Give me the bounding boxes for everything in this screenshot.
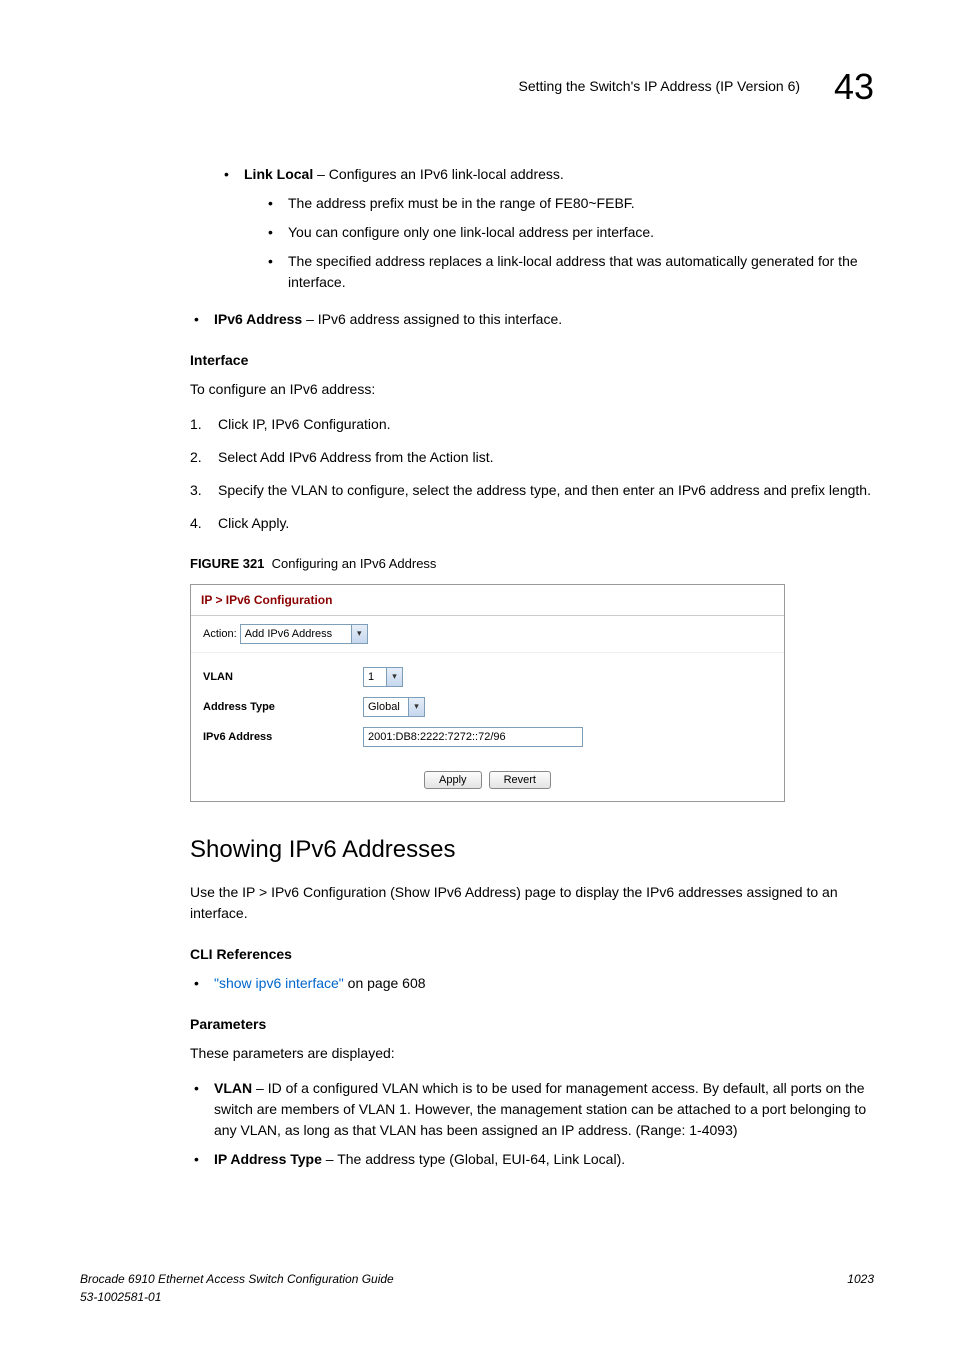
footer-page-number: 1023 [847,1270,874,1306]
header-title: Setting the Switch's IP Address (IP Vers… [519,78,801,94]
page-footer: Brocade 6910 Ethernet Access Switch Conf… [80,1270,874,1306]
iptype-param-label: IP Address Type [214,1151,322,1167]
ipv6-address-input[interactable] [363,727,583,747]
vlan-value: 1 [368,669,374,686]
list-item: "show ipv6 interface" on page 608 [190,973,874,994]
showing-intro: Use the IP > IPv6 Configuration (Show IP… [190,882,874,924]
interface-intro: To configure an IPv6 address: [190,379,874,400]
footer-left: Brocade 6910 Ethernet Access Switch Conf… [80,1270,394,1306]
revert-button[interactable]: Revert [489,771,551,789]
step-item: 3.Specify the VLAN to configure, select … [190,480,874,501]
addrtype-row: Address Type Global [203,697,772,717]
chapter-number: 43 [834,66,874,107]
step-item: 2.Select Add IPv6 Address from the Actio… [190,447,874,468]
cli-heading: CLI References [190,944,874,965]
step-text: Click Apply. [218,515,289,531]
ipv6-address-list: IPv6 Address – IPv6 address assigned to … [190,309,874,330]
link-local-label: Link Local [244,166,313,182]
steps-list: 1.Click IP, IPv6 Configuration. 2.Select… [190,414,874,534]
chevron-down-icon [386,668,402,686]
figure-screenshot: IP > IPv6 Configuration Action: Add IPv6… [190,584,785,803]
cli-list: "show ipv6 interface" on page 608 [190,973,874,994]
figure-title: Configuring an IPv6 Address [272,556,437,571]
footer-doc-id: 53-1002581-01 [80,1288,394,1306]
chevron-down-icon [351,625,367,643]
step-text: Click IP, IPv6 Configuration. [218,416,391,432]
action-row: Action: Add IPv6 Address [191,616,784,653]
list-item: VLAN – ID of a configured VLAN which is … [190,1078,874,1141]
main-content: Link Local – Configures an IPv6 link-loc… [220,164,874,293]
vlan-dropdown[interactable]: 1 [363,667,403,687]
step-text: Specify the VLAN to configure, select th… [218,482,871,498]
list-item: IPv6 Address – IPv6 address assigned to … [190,309,874,330]
params-heading: Parameters [190,1014,874,1035]
iptype-param-desc: – The address type (Global, EUI-64, Link… [322,1151,625,1167]
button-row: Apply Revert [191,763,784,801]
ipv6addr-label: IPv6 Address [203,729,363,746]
showing-heading: Showing IPv6 Addresses [190,832,874,868]
outer-content: IPv6 Address – IPv6 address assigned to … [220,309,874,1170]
nested-list: The address prefix must be in the range … [264,193,874,293]
vlan-label: VLAN [203,669,363,686]
vlan-row: VLAN 1 [203,667,772,687]
ipv6addr-row: IPv6 Address [203,727,772,747]
step-text: Select Add IPv6 Address from the Action … [218,449,493,465]
list-item: The specified address replaces a link-lo… [264,251,874,293]
list-item: You can configure only one link-local ad… [264,222,874,243]
cli-suffix: on page 608 [344,975,426,991]
list-item: IP Address Type – The address type (Glob… [190,1149,874,1170]
action-label: Action: [203,628,237,640]
figure-number: FIGURE 321 [190,556,264,571]
figure-caption: FIGURE 321 Configuring an IPv6 Address [190,554,874,574]
ipv6-address-label: IPv6 Address [214,311,302,327]
step-item: 4.Click Apply. [190,513,874,534]
link-local-desc: – Configures an IPv6 link-local address. [313,166,564,182]
form-area: VLAN 1 Address Type Global IPv6 Address [191,653,784,763]
params-intro: These parameters are displayed: [190,1043,874,1064]
vlan-param-label: VLAN [214,1080,252,1096]
addrtype-value: Global [368,699,400,716]
list-item: Link Local – Configures an IPv6 link-loc… [220,164,874,293]
params-list: VLAN – ID of a configured VLAN which is … [190,1078,874,1170]
addrtype-dropdown[interactable]: Global [363,697,425,717]
chevron-down-icon [408,698,424,716]
addrtype-label: Address Type [203,699,363,716]
cli-link[interactable]: "show ipv6 interface" [214,975,344,991]
footer-doc-title: Brocade 6910 Ethernet Access Switch Conf… [80,1270,394,1288]
apply-button[interactable]: Apply [424,771,482,789]
action-dropdown[interactable]: Add IPv6 Address [240,624,368,644]
breadcrumb: IP > IPv6 Configuration [201,593,332,607]
figure-breadcrumb-row: IP > IPv6 Configuration [191,585,784,617]
step-item: 1.Click IP, IPv6 Configuration. [190,414,874,435]
action-value: Add IPv6 Address [245,626,332,643]
list-item: The address prefix must be in the range … [264,193,874,214]
link-local-list: Link Local – Configures an IPv6 link-loc… [220,164,874,293]
ipv6-address-desc: – IPv6 address assigned to this interfac… [302,311,562,327]
page-header: Setting the Switch's IP Address (IP Vers… [80,60,874,114]
vlan-param-desc: – ID of a configured VLAN which is to be… [214,1080,866,1138]
interface-heading: Interface [190,350,874,371]
